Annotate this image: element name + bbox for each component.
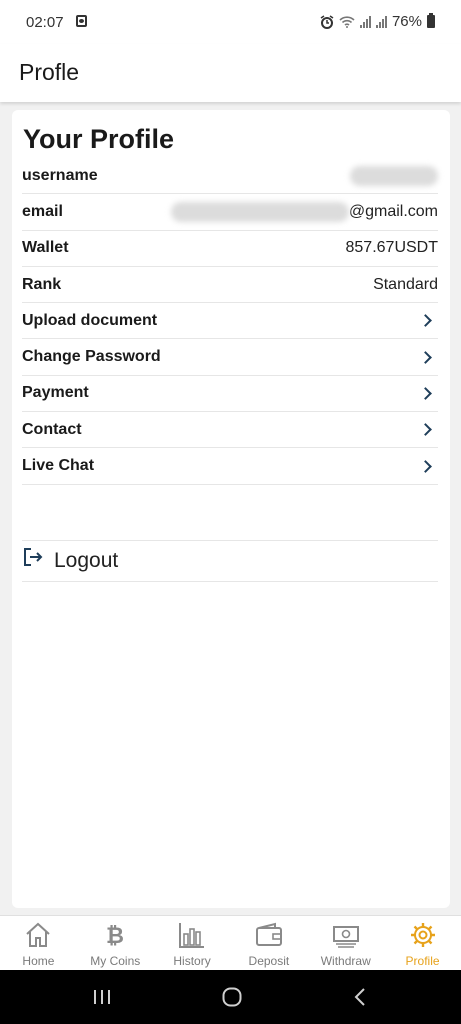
email-redacted (170, 201, 349, 222)
bar-chart-icon (179, 923, 205, 948)
status-time: 02:07 (26, 14, 64, 31)
row-wallet: Wallet 857.67USDT (22, 231, 438, 267)
chevron-right-icon (419, 314, 432, 328)
nav-label-history: History (173, 954, 211, 968)
username-label: username (22, 166, 98, 184)
recents-button[interactable] (82, 970, 122, 1024)
app-bar: Profle (0, 44, 461, 102)
nav-withdraw[interactable]: Withdraw (307, 916, 384, 970)
bottom-nav: Home ₿ My Coins History Deposit Withdraw… (0, 915, 461, 970)
status-bar: 02:07 76% (0, 0, 461, 44)
nav-label-profile: Profile (405, 954, 440, 968)
profile-heading: Your Profile (23, 124, 175, 154)
payment-label: Payment (22, 384, 89, 402)
rank-label: Rank (22, 275, 62, 293)
home-button[interactable] (212, 970, 252, 1024)
profile-list: username email @gmail.com Wallet 857.67U… (22, 158, 438, 485)
email-domain: @gmail.com (348, 202, 438, 220)
cash-icon (332, 926, 359, 948)
nav-history[interactable]: History (154, 916, 231, 970)
page-title: Profle (19, 59, 80, 85)
wallet-label: Wallet (22, 239, 69, 257)
gear-icon (410, 923, 435, 947)
nav-label-home: Home (22, 954, 55, 968)
chevron-right-icon (419, 459, 432, 473)
username-value (350, 165, 438, 186)
logout-button[interactable]: Logout (22, 540, 438, 582)
svg-text:₿: ₿ (106, 924, 124, 949)
nav-home[interactable]: Home (0, 916, 77, 970)
payment-item[interactable]: Payment (22, 376, 438, 413)
upload-document-item[interactable]: Upload document (22, 303, 438, 340)
row-email: email @gmail.com (22, 194, 438, 231)
nav-deposit[interactable]: Deposit (230, 916, 307, 970)
username-redacted (350, 165, 438, 186)
recents-icon (94, 990, 110, 1004)
upload-document-label: Upload document (22, 311, 158, 329)
back-button[interactable] (340, 970, 380, 1024)
change-password-label: Change Password (22, 348, 161, 366)
contact-item[interactable]: Contact (22, 412, 438, 449)
battery-percent: 76% (391, 13, 422, 30)
battery-icon (427, 13, 435, 28)
nav-my-coins[interactable]: ₿ My Coins (77, 916, 154, 970)
system-nav-bar (0, 970, 461, 1024)
row-username: username (22, 158, 438, 195)
logout-icon (24, 548, 43, 566)
rank-value: Standard (373, 275, 438, 293)
wallet-icon (255, 922, 282, 946)
email-label: email (22, 202, 63, 220)
status-indicators: 76% (320, 13, 435, 30)
back-icon (354, 988, 365, 1006)
row-rank: Rank Standard (22, 267, 438, 304)
home-icon (26, 922, 51, 947)
chevron-right-icon (419, 350, 432, 364)
nav-profile[interactable]: Profile (384, 916, 461, 970)
wifi-icon (339, 16, 355, 28)
signal-icon (359, 15, 371, 28)
email-value: @gmail.com (170, 201, 438, 222)
change-password-item[interactable]: Change Password (22, 339, 438, 376)
contact-label: Contact (22, 420, 82, 438)
live-chat-item[interactable]: Live Chat (22, 448, 438, 485)
live-chat-label: Live Chat (22, 457, 95, 475)
wallet-value: 857.67USDT (345, 239, 439, 257)
profile-card: Your Profile username email @gmail.com W… (12, 110, 450, 908)
logout-label: Logout (54, 549, 119, 572)
nav-label-deposit: Deposit (248, 954, 290, 968)
gallery-notification-icon (76, 15, 87, 27)
chevron-right-icon (419, 387, 432, 400)
bitcoin-icon: ₿ (106, 924, 124, 949)
chevron-right-icon (419, 423, 432, 437)
nav-label-my-coins: My Coins (90, 954, 141, 968)
nav-label-withdraw: Withdraw (320, 954, 371, 968)
home-circle-icon (222, 987, 242, 1007)
alarm-icon (320, 14, 334, 29)
signal-icon-2 (375, 15, 387, 28)
